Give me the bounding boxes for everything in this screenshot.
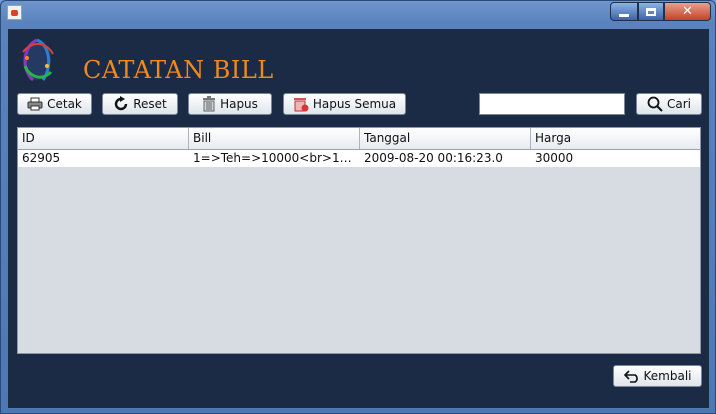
minimize-icon [619,13,629,17]
page-title: CATATAN BILL [83,56,274,84]
reset-label: Reset [133,97,167,111]
cell-tanggal: 2009-08-20 00:16:23.0 [364,151,503,165]
delete-label: Hapus [220,97,258,111]
search-button[interactable]: Cari [636,93,702,115]
print-label: Cetak [47,97,82,111]
delete-all-button[interactable]: Hapus Semua [283,93,406,115]
java-app-icon [7,5,22,20]
trash-all-icon [293,98,309,112]
maximize-icon [646,7,656,16]
app-window: ✕ CATATAN BILL Cetak Reset Hapus Hapus S… [0,0,716,414]
reset-button[interactable]: Reset [102,93,178,115]
close-icon: ✕ [682,4,693,19]
window-controls: ✕ [610,2,711,21]
cell-id: 62905 [22,151,61,165]
table-header: ID Bill Tanggal Harga [18,128,700,150]
close-button[interactable]: ✕ [664,2,711,21]
refresh-icon [115,96,128,111]
cell-harga: 30000 [535,151,574,165]
minimize-button[interactable] [610,2,638,21]
column-header-id[interactable]: ID [18,128,189,149]
search-icon [647,96,663,112]
delete-button[interactable]: Hapus [188,93,272,115]
back-arrow-icon [623,370,638,383]
back-label: Kembali [643,369,692,383]
column-header-tanggal[interactable]: Tanggal [360,128,531,149]
bill-table: ID Bill Tanggal Harga 62905 1=>Teh=>1000… [17,127,701,354]
cell-bill: 1=>Teh=>10000<br>1=>N... [193,151,360,165]
printer-icon [27,97,43,111]
column-header-harga[interactable]: Harga [531,128,700,149]
delete-all-label: Hapus Semua [312,97,397,111]
column-header-bill[interactable]: Bill [189,128,360,149]
table-row[interactable]: 62905 1=>Teh=>10000<br>1=>N... 2009-08-2… [18,150,700,167]
main-panel: CATATAN BILL Cetak Reset Hapus Hapus Sem… [8,29,709,408]
maximize-button[interactable] [638,2,664,21]
search-input[interactable] [479,93,625,115]
search-label: Cari [667,97,691,111]
app-logo-icon [22,38,54,82]
trash-icon [203,96,216,112]
print-button[interactable]: Cetak [17,93,92,115]
back-button[interactable]: Kembali [613,365,702,387]
title-bar: ✕ [1,1,715,26]
